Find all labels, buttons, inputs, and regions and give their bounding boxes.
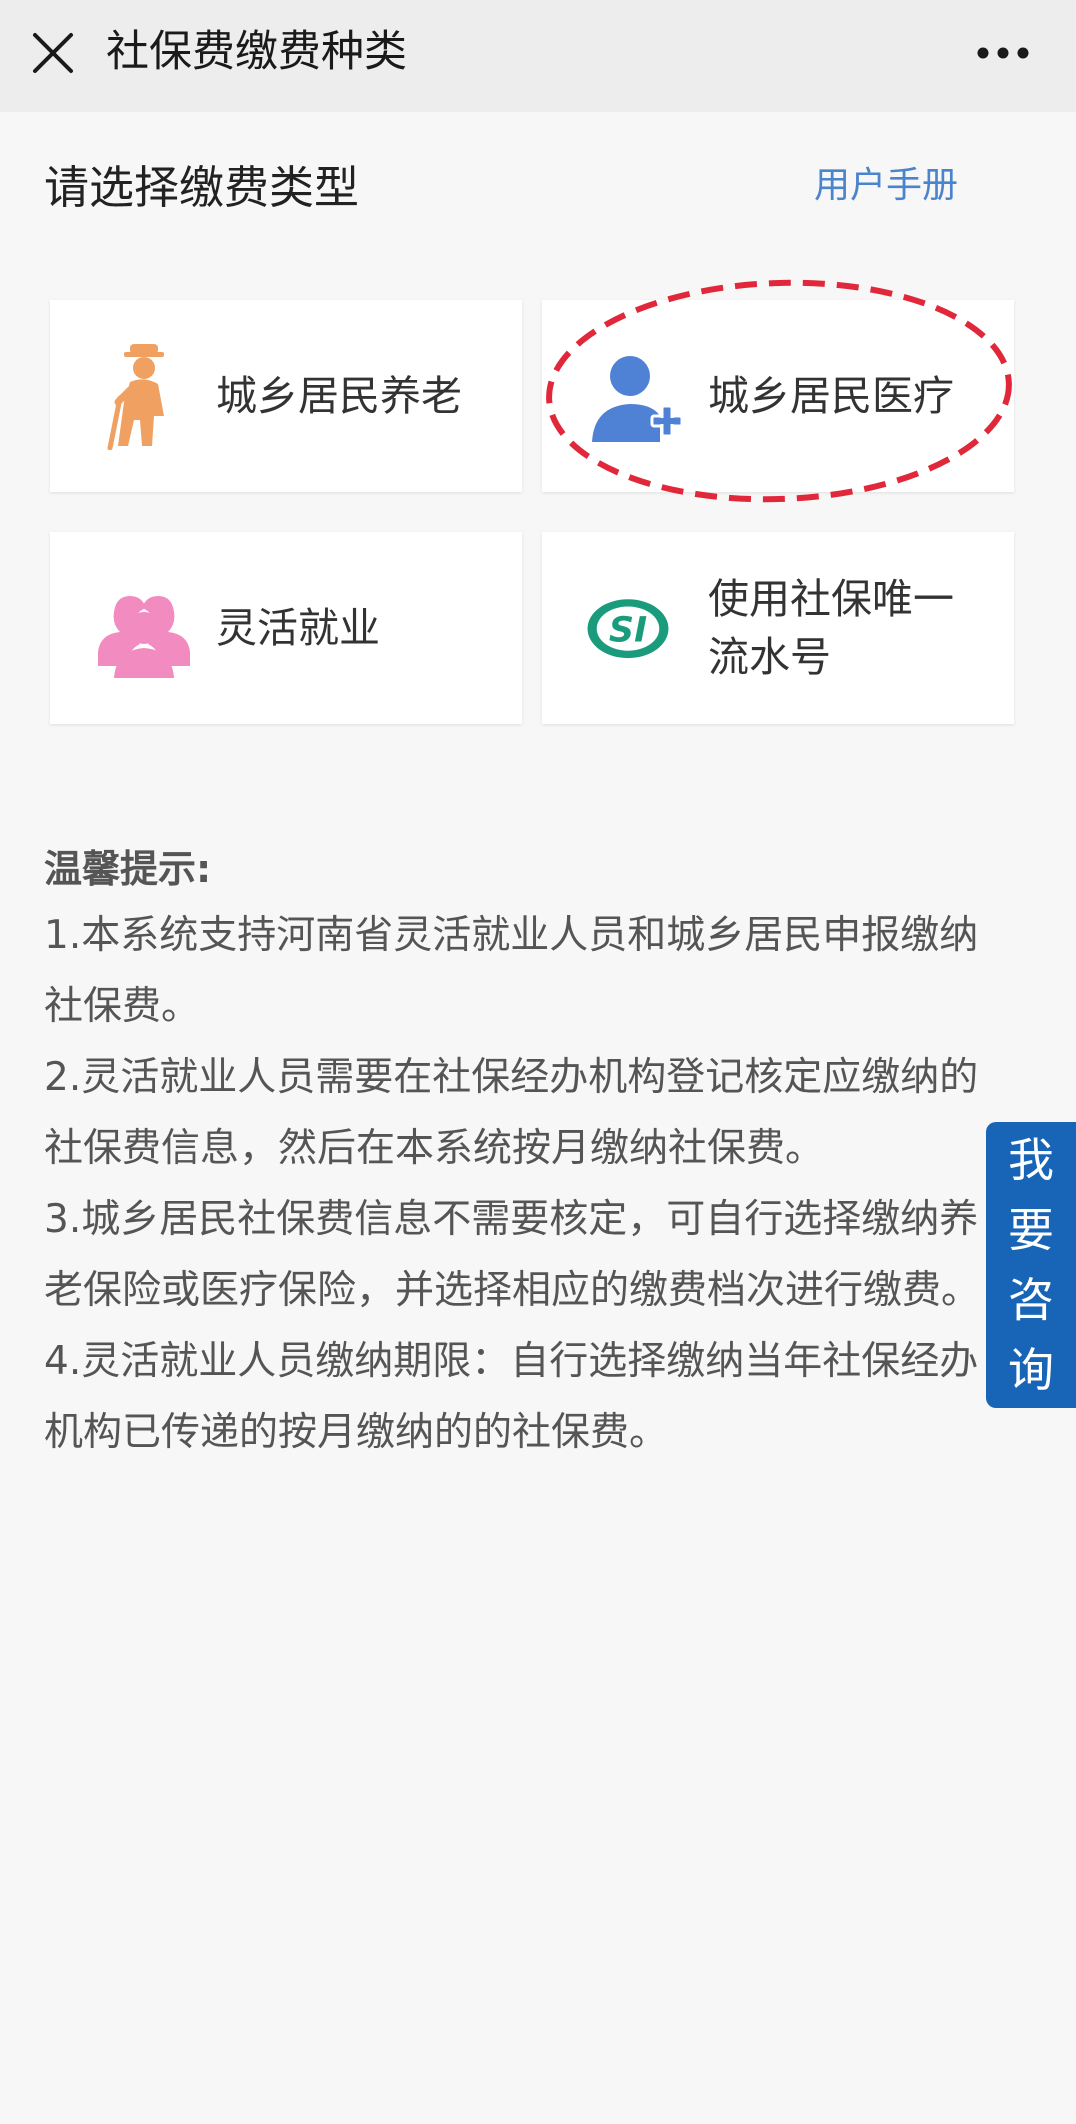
consult-button[interactable]: 我要咨询 [986, 1122, 1076, 1408]
consult-button-label: 我要咨询 [1008, 1133, 1054, 1397]
card-rural-urban-medical[interactable]: 城乡居民医疗 [542, 300, 1014, 492]
top-navigation-bar: 社保费缴费种类 [0, 0, 1076, 112]
card-label: 使用社保唯一流水号 [708, 575, 954, 681]
page-title: 社保费缴费种类 [106, 27, 407, 77]
card-rural-urban-pension[interactable]: 城乡居民养老 [50, 300, 522, 492]
more-menu-button[interactable] [968, 28, 1038, 78]
people-group-icon [98, 596, 190, 678]
tip-item: 4.灵活就业人员缴纳期限：自行选择缴纳当年社保经办机构已传递的按月缴纳的的社保费… [44, 1339, 979, 1455]
more-icon [977, 47, 1029, 59]
card-label: 城乡居民养老 [216, 372, 462, 420]
section-title: 请选择缴费类型 [44, 161, 360, 214]
tips-section: 温馨提示: 1.本系统支持河南省灵活就业人员和城乡居民申报缴纳社保费。 2.灵活… [44, 838, 1014, 1468]
user-manual-link[interactable]: 用户手册 [814, 160, 958, 212]
card-flexible-employment[interactable]: 灵活就业 [50, 532, 522, 724]
svg-text:SI: SI [609, 611, 647, 651]
tip-item: 1.本系统支持河南省灵活就业人员和城乡居民申报缴纳社保费。 [44, 913, 979, 1029]
close-button[interactable] [26, 26, 80, 80]
card-label: 城乡居民医疗 [708, 372, 954, 420]
close-icon [33, 33, 73, 73]
card-social-security-serial-number[interactable]: SI 使用社保唯一流水号 [542, 532, 1014, 724]
elderly-person-icon [107, 344, 164, 450]
tip-item: 3.城乡居民社保费信息不需要核定，可自行选择缴纳养老保险或医疗保险，并选择相应的… [44, 1197, 981, 1313]
user-add-icon [592, 356, 684, 442]
tip-item: 2.灵活就业人员需要在社保经办机构登记核定应缴纳的社保费信息，然后在本系统按月缴… [44, 1055, 979, 1171]
tips-title: 温馨提示: [44, 847, 212, 891]
card-label: 灵活就业 [216, 604, 380, 652]
si-logo-icon: SI [587, 599, 669, 659]
